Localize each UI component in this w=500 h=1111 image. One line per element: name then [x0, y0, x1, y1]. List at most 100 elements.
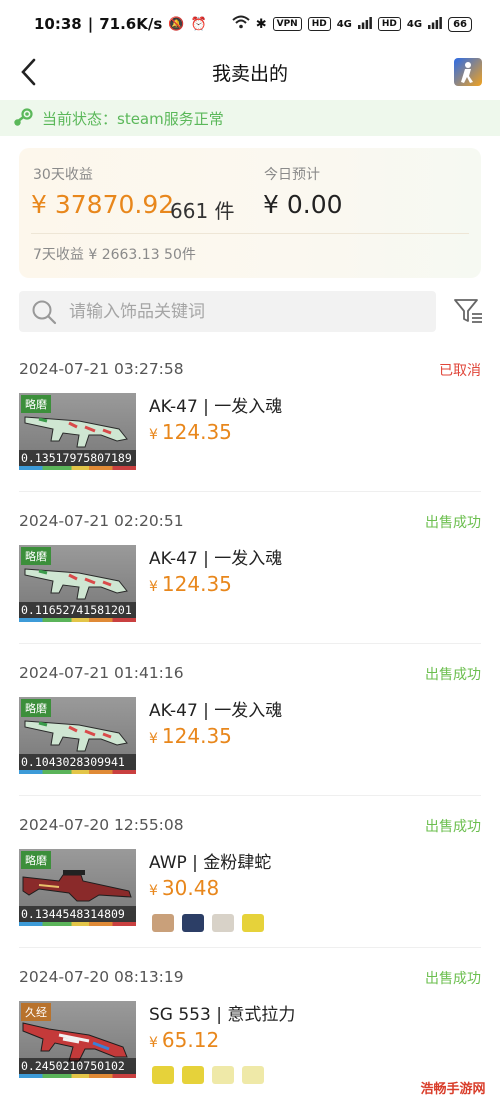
currency-symbol: ¥ — [149, 731, 158, 747]
search-bar[interactable] — [19, 291, 436, 332]
currency-symbol: ¥ — [149, 1035, 158, 1051]
signal-icon — [357, 16, 372, 32]
mute-icon: 🔕 — [168, 16, 185, 32]
watermark-logo: 浩畅手游网 — [412, 1067, 494, 1107]
search-input[interactable] — [69, 301, 389, 322]
clock: 10:38 — [34, 15, 82, 33]
hd-badge-2: HD — [377, 17, 401, 31]
steam-status-banner: 当前状态：steam服务正常 — [0, 100, 500, 136]
order-time: 2024-07-21 02:20:51 — [19, 512, 184, 530]
currency-symbol: ¥ — [149, 579, 158, 595]
order-item[interactable]: 2024-07-21 01:41:16 出售成功 略磨 0.1043028309… — [19, 644, 481, 796]
sticker-icon — [182, 1066, 204, 1084]
earnings-card: 30天收益 ¥ 37870.92 661 件 今日预计 ¥ 0.00 7天收益 … — [19, 148, 481, 278]
sticker-icon — [212, 1066, 234, 1084]
steam-status-text: 当前状态：steam服务正常 — [42, 109, 224, 128]
network-speed: 71.6K/s — [99, 15, 163, 33]
wear-badge: 久经 — [21, 1003, 51, 1021]
item-price: ¥30.48 — [149, 876, 219, 900]
price-value: 124.35 — [161, 420, 232, 444]
order-item[interactable]: 2024-07-21 02:20:51 出售成功 略磨 0.1165274158… — [19, 492, 481, 644]
filter-button[interactable] — [452, 296, 484, 326]
alarm-icon: ⏰ — [190, 16, 207, 32]
filter-icon — [454, 299, 482, 323]
item-name: AK-47 | 一发入魂 — [149, 701, 283, 721]
order-time: 2024-07-20 08:13:19 — [19, 968, 184, 986]
wear-badge: 略磨 — [21, 395, 51, 413]
sticker-icon — [212, 914, 234, 932]
sticker-icon — [242, 914, 264, 932]
price-value: 124.35 — [161, 724, 232, 748]
order-status: 出售成功 — [425, 515, 481, 531]
sticker-row — [152, 914, 264, 932]
price-value: 30.48 — [161, 876, 220, 900]
item-name: AK-47 | 一发入魂 — [149, 397, 283, 417]
status-bar: 10:38 | 71.6K/s 🔕 ⏰ ✱ VPN HD 4G HD 4G 66 — [0, 0, 500, 48]
week-earnings: 7天收益 ¥ 2663.13 50件 — [33, 247, 196, 263]
float-value: 0.11652741581201 — [19, 602, 136, 618]
sticker-icon — [242, 1066, 264, 1084]
today-estimate-label: 今日预计 — [264, 167, 320, 183]
wear-badge: 略磨 — [21, 547, 51, 565]
float-bar — [19, 1074, 136, 1078]
sticker-icon — [152, 1066, 174, 1084]
battery-indicator: 66 — [448, 16, 472, 32]
float-value: 0.1043028309941 — [19, 754, 136, 770]
separator: | — [87, 15, 94, 33]
sticker-icon — [182, 914, 204, 932]
float-bar — [19, 618, 136, 622]
back-button[interactable] — [14, 56, 46, 88]
signal-icon-2 — [428, 16, 442, 32]
wifi-icon — [232, 15, 250, 33]
item-thumbnail: 略磨 0.13517975807189 — [19, 393, 136, 470]
item-price: ¥124.35 — [149, 724, 232, 748]
sticker-row — [152, 1066, 264, 1084]
item-thumbnail: 略磨 0.1344548314809 — [19, 849, 136, 926]
item-name: AK-47 | 一发入魂 — [149, 549, 283, 569]
item-price: ¥124.35 — [149, 420, 232, 444]
item-name: AWP | 金粉肆蛇 — [149, 853, 272, 873]
order-status: 已取消 — [439, 363, 481, 379]
month-earnings-amount: ¥ 37870.92 — [31, 190, 175, 219]
signal-4g-label-2: 4G — [406, 18, 423, 30]
float-bar — [19, 466, 136, 470]
hd-badge: HD — [307, 17, 331, 31]
page-title: 我卖出的 — [211, 62, 288, 85]
search-icon — [32, 300, 57, 324]
item-price: ¥65.12 — [149, 1028, 219, 1052]
wear-badge: 略磨 — [21, 851, 51, 869]
order-status: 出售成功 — [425, 819, 481, 835]
chevron-left-icon — [21, 58, 36, 86]
float-value: 0.13517975807189 — [19, 450, 136, 466]
bluetooth-icon: ✱ — [255, 16, 267, 32]
float-bar — [19, 770, 136, 774]
price-value: 65.12 — [161, 1028, 220, 1052]
steam-icon — [14, 108, 33, 126]
order-item[interactable]: 2024-07-21 03:27:58 已取消 略磨 0.13517975807… — [19, 340, 481, 492]
order-time: 2024-07-21 01:41:16 — [19, 664, 184, 682]
order-status: 出售成功 — [425, 667, 481, 683]
divider — [31, 233, 469, 234]
order-list: 2024-07-21 03:27:58 已取消 略磨 0.13517975807… — [0, 340, 500, 1100]
price-value: 124.35 — [161, 572, 232, 596]
order-time: 2024-07-20 12:55:08 — [19, 816, 184, 834]
item-thumbnail: 久经 0.2450210750102 — [19, 1001, 136, 1078]
nav-bar: 我卖出的 — [0, 48, 500, 96]
item-thumbnail: 略磨 0.1043028309941 — [19, 697, 136, 774]
item-price: ¥124.35 — [149, 572, 232, 596]
signal-4g-label: 4G — [336, 18, 352, 30]
float-value: 0.2450210750102 — [19, 1058, 136, 1074]
order-time: 2024-07-21 03:27:58 — [19, 360, 184, 378]
app-logo-icon[interactable] — [454, 58, 482, 86]
vpn-badge: VPN — [272, 17, 302, 31]
float-value: 0.1344548314809 — [19, 906, 136, 922]
currency-symbol: ¥ — [149, 883, 158, 899]
sticker-icon — [152, 914, 174, 932]
order-status: 出售成功 — [425, 971, 481, 987]
float-bar — [19, 922, 136, 926]
month-earnings-label: 30天收益 — [33, 167, 93, 183]
today-estimate-amount: ¥ 0.00 — [263, 190, 343, 219]
order-item[interactable]: 2024-07-20 12:55:08 出售成功 略磨 0.1344548314… — [19, 796, 481, 948]
item-thumbnail: 略磨 0.11652741581201 — [19, 545, 136, 622]
month-sold-count: 661 件 — [170, 199, 235, 223]
